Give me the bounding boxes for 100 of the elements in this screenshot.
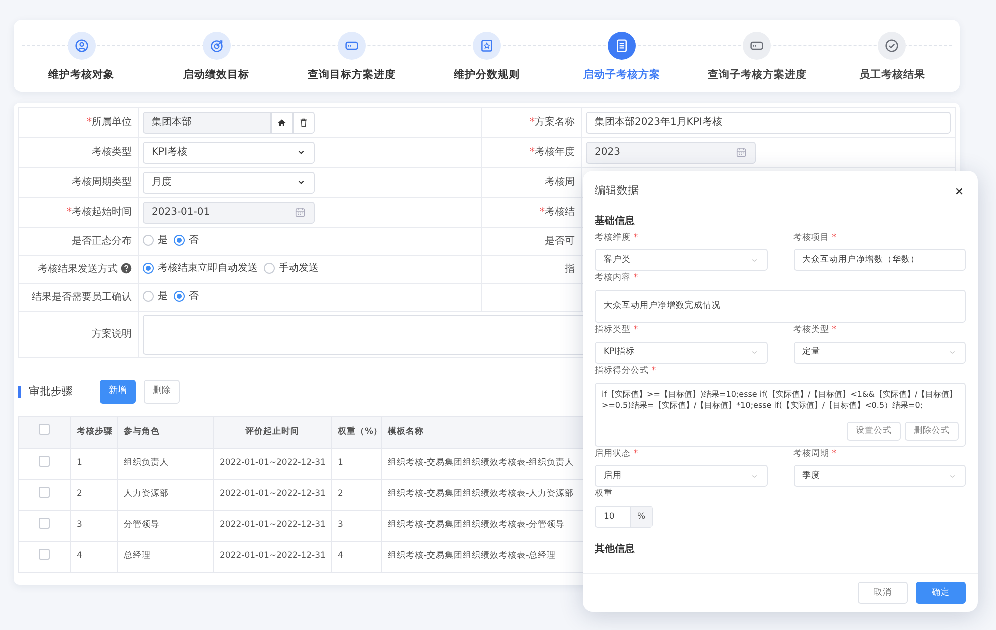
table-cell: 1 (77, 458, 82, 468)
field-label: 考核类型 * (794, 324, 838, 337)
step-circle[interactable] (338, 32, 366, 60)
column-header: 评价起止时间 (246, 426, 300, 437)
field-label: 启用状态 * (595, 448, 639, 460)
table-cell: 组织负责人 (124, 458, 169, 468)
row-checkbox[interactable] (39, 456, 50, 467)
row-checkbox[interactable] (39, 548, 50, 560)
table-cell: 2022-01-01~2022-12-31 (220, 520, 326, 530)
select-field[interactable]: 启用 (595, 465, 768, 488)
field-label: 考核内容 * (595, 272, 639, 285)
unit-field[interactable]: 集团本部 (143, 112, 271, 134)
home-icon (277, 118, 287, 128)
formula-field[interactable]: if【实际值】>=【目标值】)结果=10;esse if(【实际值】/【目标值】<1&&【实际值】/【目标值】>=0.5)结果=【实际值】/【目标值】*10;esse if(【实际值】/【目标值】<0.5）结果=0; 设置公式 删除公式 (595, 382, 966, 446)
card-icon (344, 39, 359, 53)
table-cell: 2 (77, 489, 82, 500)
step-circle[interactable] (202, 32, 231, 60)
step-circle[interactable] (472, 32, 501, 60)
step-label[interactable]: 启动绩效目标 (184, 68, 250, 84)
select-field[interactable]: 月度 (143, 172, 315, 194)
step-circle[interactable] (878, 32, 906, 60)
date-field[interactable]: 2023-01-01 (143, 202, 315, 224)
table-cell: 2022-01-01~2022-12-31 (220, 458, 326, 468)
step-circle[interactable] (68, 32, 96, 60)
home-button[interactable] (271, 112, 293, 134)
step-label[interactable]: 维护考核对象 (48, 68, 115, 84)
target-icon (210, 39, 224, 53)
row-checkbox[interactable] (39, 486, 50, 498)
table-cell: 组织考核-交易集团组织绩效考核表-组织负责人 (388, 458, 574, 468)
trash-icon (299, 118, 309, 128)
table-cell: 4 (338, 551, 344, 562)
text-field[interactable]: 集团本部2023年1月KPI考核 (586, 112, 951, 134)
table-cell: 分管领导 (124, 520, 160, 530)
field-label: 指标类型 * (595, 324, 639, 337)
table-cell: 4 (77, 551, 82, 562)
table-cell: 人力资源部 (124, 489, 169, 500)
weight-field[interactable]: 10 % (595, 506, 653, 528)
calendar-icon (736, 147, 747, 158)
section-heading: 基础信息 (595, 214, 636, 228)
field-label: 权重 (595, 488, 614, 501)
field-label: *考核结 (540, 207, 575, 218)
table-cell: 3 (338, 520, 344, 530)
field-label: 方案说明 (92, 329, 132, 340)
step-label[interactable]: 查询子考核方案进度 (708, 68, 807, 84)
check-circle-icon (885, 39, 900, 53)
step-label[interactable]: 启动子考核方案 (584, 68, 661, 84)
table-cell: 组织考核-交易集团组织绩效考核表-人力资源部 (388, 489, 574, 500)
select-field[interactable]: KPI指标 (595, 342, 768, 364)
set-formula-button[interactable]: 设置公式 (847, 422, 901, 440)
text-field[interactable]: 大众互动用户净增数（华数） (794, 249, 966, 272)
radio-option[interactable]: 手动发送 (264, 260, 319, 276)
table-cell: 2022-01-01~2022-12-31 (220, 551, 326, 562)
field-label: 考核周 (545, 177, 575, 188)
field-label: 考核周期 * (794, 448, 838, 460)
section-heading: 其他信息 (595, 542, 636, 557)
dialog-title: 编辑数据 (595, 183, 639, 199)
field-label: *考核起始时间 (67, 207, 132, 218)
field-label: 考核维度 * (595, 232, 639, 244)
row-checkbox[interactable] (39, 518, 50, 529)
radio-option[interactable]: 否 (174, 288, 199, 304)
table-cell: 1 (338, 458, 344, 468)
step-label[interactable]: 维护分数规则 (454, 68, 520, 84)
field-label: 结果是否需要员工确认 (32, 292, 132, 303)
radio-option[interactable]: 考核结束立即自动发送 (143, 260, 258, 276)
close-button[interactable] (955, 186, 964, 196)
step-label[interactable]: 查询目标方案进度 (308, 68, 396, 84)
step-circle[interactable] (743, 32, 772, 60)
cancel-button[interactable]: 取消 (858, 582, 908, 604)
close-icon (955, 186, 964, 196)
delete-button[interactable] (293, 112, 315, 134)
field-label: *方案名称 (530, 117, 575, 128)
field-label: 考核项目 * (794, 232, 838, 244)
table-cell: 3 (77, 520, 82, 530)
step-label[interactable]: 员工考核结果 (859, 68, 926, 84)
select-all-checkbox[interactable] (39, 424, 50, 436)
table-cell: 组织考核-交易集团组织绩效考核表-分管领导 (388, 520, 566, 530)
delete-formula-button[interactable]: 删除公式 (905, 422, 959, 440)
field-label: 指标得分公式 * (595, 364, 657, 378)
date-field[interactable]: 2023 (586, 142, 756, 164)
select-field[interactable]: 定量 (794, 342, 966, 364)
textarea-field[interactable]: 大众互动用户净增数完成情况 (595, 290, 966, 323)
field-label: 考核类型 (92, 147, 132, 158)
radio-option[interactable]: 是 (143, 232, 168, 248)
column-header: 模板名称 (388, 426, 424, 437)
select-field[interactable]: 客户类 (595, 249, 768, 272)
field-label: 是否正态分布 (72, 236, 132, 247)
delete-button[interactable]: 删除 (144, 380, 180, 404)
select-field[interactable]: 季度 (794, 465, 966, 488)
select-field[interactable]: KPI考核 (143, 142, 315, 164)
person-icon (74, 39, 89, 53)
document-icon (615, 39, 630, 53)
star-badge-icon (480, 39, 494, 53)
radio-option[interactable]: 是 (143, 288, 168, 304)
step-circle[interactable] (608, 32, 636, 60)
calendar-icon (295, 207, 306, 218)
field-label: 是否可 (545, 236, 575, 247)
radio-option[interactable]: 否 (174, 232, 199, 248)
card-icon (750, 39, 764, 53)
chevron-icon (297, 178, 306, 187)
field-label: 考核周期类型 (72, 177, 132, 188)
